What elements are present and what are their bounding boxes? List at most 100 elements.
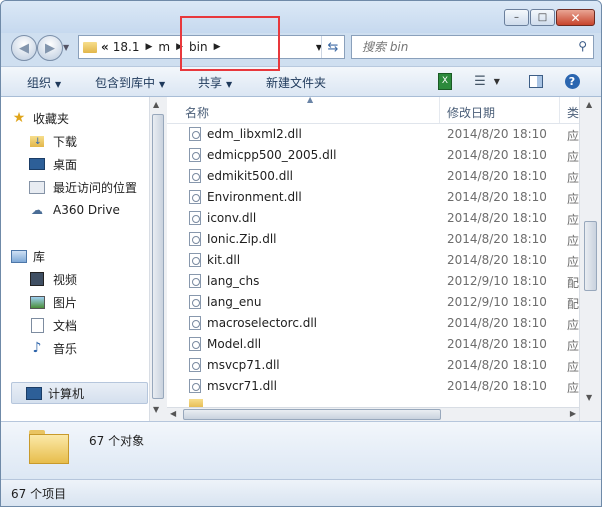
scroll-thumb[interactable] [152, 114, 164, 399]
file-name: kit.dll [207, 253, 241, 267]
help-icon: ? [564, 73, 580, 89]
file-row[interactable]: lang_enu 2012/9/10 18:10 配 [167, 292, 579, 313]
sidebar-item-downloads[interactable]: ↓ 下载 [29, 131, 77, 151]
search-input[interactable] [360, 39, 564, 55]
scroll-left-arrow-icon[interactable]: ◀ [170, 409, 176, 418]
sidebar-item-computer[interactable]: 计算机 [11, 382, 148, 404]
minimize-button[interactable]: – [504, 9, 529, 26]
organize-menu[interactable]: 组织 ▼ [27, 74, 61, 91]
dropdown-arrow-icon: ▼ [55, 80, 62, 89]
new-folder-button[interactable]: 新建文件夹 [266, 74, 326, 91]
chevron-right-icon[interactable]: ▶ [145, 42, 152, 52]
file-type: 应 [567, 318, 579, 332]
file-row[interactable]: Ionic.Zip.dll 2014/8/20 18:10 应 [167, 229, 579, 250]
horizontal-scrollbar[interactable]: ◀ ▶ [167, 407, 579, 422]
dll-file-icon [189, 316, 201, 330]
close-button[interactable]: ✕ [556, 9, 595, 26]
search-box[interactable]: ⚲ [351, 35, 594, 59]
dll-file-icon [189, 148, 201, 162]
help-button[interactable]: ? [564, 73, 580, 89]
forward-button[interactable]: ▶ [37, 35, 63, 61]
address-segment-m[interactable]: m [158, 40, 170, 54]
file-name: msvcp71.dll [207, 358, 280, 372]
file-row-partial[interactable] [167, 397, 579, 407]
config-file-icon [189, 274, 201, 288]
dll-file-icon [189, 379, 201, 393]
excel-icon: X [438, 72, 452, 90]
file-row[interactable]: macroselectorc.dll 2014/8/20 18:10 应 [167, 313, 579, 334]
sidebar-item-music[interactable]: ♪ 音乐 [29, 338, 77, 358]
sidebar-item-desktop[interactable]: 桌面 [29, 154, 77, 174]
file-row[interactable]: Model.dll 2014/8/20 18:10 应 [167, 334, 579, 355]
maximize-icon: □ [537, 12, 548, 23]
address-overflow[interactable]: « [101, 40, 109, 54]
title-bar: – □ ✕ [1, 1, 601, 33]
address-segment-18-1[interactable]: 18.1 [113, 40, 140, 54]
dropdown-arrow-icon: ▼ [159, 80, 166, 89]
dll-file-icon [189, 337, 201, 351]
file-type: 应 [567, 150, 579, 164]
column-header-date[interactable]: 修改日期 [447, 104, 495, 121]
scroll-down-arrow-icon[interactable]: ▼ [586, 393, 592, 402]
file-row[interactable]: kit.dll 2014/8/20 18:10 应 [167, 250, 579, 271]
file-row[interactable]: msvcp71.dll 2014/8/20 18:10 应 [167, 355, 579, 376]
chevron-right-icon[interactable]: ▶ [176, 42, 183, 52]
libraries-group[interactable]: 库 [11, 246, 45, 266]
address-segment-bin[interactable]: bin [189, 40, 208, 54]
chevron-right-icon[interactable]: ▶ [214, 42, 221, 52]
file-date: 2014/8/20 18:10 [447, 358, 547, 372]
preview-app-button[interactable]: X [438, 72, 452, 90]
scroll-thumb[interactable] [183, 409, 441, 420]
file-row[interactable]: iconv.dll 2014/8/20 18:10 应 [167, 208, 579, 229]
file-row[interactable]: lang_chs 2012/9/10 18:10 配 [167, 271, 579, 292]
scroll-up-arrow-icon[interactable]: ▲ [586, 100, 592, 109]
address-bar[interactable]: « 18.1 ▶ m ▶ bin ▶ ▼ ⇆ [78, 35, 345, 59]
preview-pane-button[interactable] [529, 73, 543, 89]
back-button[interactable]: ◀ [11, 35, 37, 61]
sidebar-item-videos[interactable]: 视频 [29, 269, 77, 289]
scroll-right-arrow-icon[interactable]: ▶ [570, 409, 576, 418]
file-list-scrollbar[interactable]: ▲ ▼ [579, 97, 601, 421]
dll-file-icon [189, 232, 201, 246]
column-header-name[interactable]: 名称 [185, 104, 209, 121]
file-name: edm_libxml2.dll [207, 127, 302, 141]
include-in-library-menu[interactable]: 包含到库中 ▼ [95, 74, 165, 91]
file-row[interactable]: edm_libxml2.dll 2014/8/20 18:10 应 [167, 124, 579, 145]
sidebar-item-a360-drive[interactable]: ☁ A360 Drive [29, 200, 120, 220]
file-row[interactable]: edmikit500.dll 2014/8/20 18:10 应 [167, 166, 579, 187]
picture-icon [29, 295, 45, 309]
recent-places-icon [29, 180, 45, 194]
dropdown-arrow-icon: ▼ [493, 76, 500, 86]
file-type: 应 [567, 213, 579, 227]
file-row[interactable]: Environment.dll 2014/8/20 18:10 应 [167, 187, 579, 208]
favorites-group[interactable]: ★ 收藏夹 [11, 108, 69, 128]
file-name: macroselectorc.dll [207, 316, 318, 330]
file-name: iconv.dll [207, 211, 257, 225]
share-menu[interactable]: 共享 ▼ [198, 74, 232, 91]
scroll-thumb[interactable] [584, 221, 597, 291]
file-name: lang_chs [207, 274, 260, 288]
column-header-type[interactable]: 类 [567, 104, 579, 121]
column-divider[interactable] [559, 97, 560, 123]
sidebar-item-recent-places[interactable]: 最近访问的位置 [29, 177, 137, 197]
file-date: 2014/8/20 18:10 [447, 148, 547, 162]
file-type: 应 [567, 234, 579, 248]
file-type: 应 [567, 129, 579, 143]
file-row[interactable]: edmicpp500_2005.dll 2014/8/20 18:10 应 [167, 145, 579, 166]
file-type: 应 [567, 255, 579, 269]
scroll-up-arrow-icon[interactable]: ▲ [153, 100, 159, 109]
column-divider[interactable] [439, 97, 440, 123]
refresh-button[interactable]: ⇆ [321, 36, 344, 58]
dll-file-icon [189, 169, 201, 183]
sidebar-item-documents[interactable]: 文档 [29, 315, 77, 335]
maximize-button[interactable]: □ [530, 9, 555, 26]
file-row[interactable]: msvcr71.dll 2014/8/20 18:10 应 [167, 376, 579, 397]
search-icon[interactable]: ⚲ [578, 39, 587, 53]
file-date: 2014/8/20 18:10 [447, 337, 547, 351]
file-type: 应 [567, 339, 579, 353]
scroll-down-arrow-icon[interactable]: ▼ [153, 405, 159, 414]
view-options-button[interactable]: ☰ ▼ [472, 73, 502, 89]
navigation-scrollbar[interactable]: ▲ ▼ [149, 97, 167, 421]
recent-pages-dropdown[interactable]: ▼ [63, 43, 69, 52]
sidebar-item-pictures[interactable]: 图片 [29, 292, 77, 312]
